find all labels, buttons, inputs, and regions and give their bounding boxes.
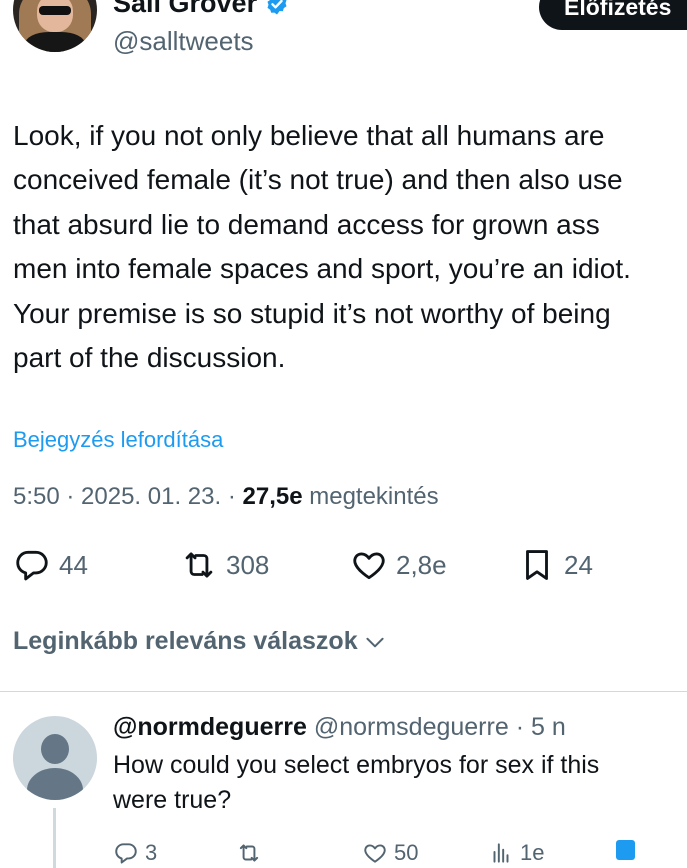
- reply-line: How could you select embryos for sex if …: [113, 751, 600, 779]
- reply-author-handle[interactable]: @normsdeguerre: [314, 713, 509, 741]
- repost-button[interactable]: 308: [180, 546, 269, 584]
- tweet-line: that absurd lie to demand access for gro…: [13, 208, 600, 240]
- reply-views-count: 1e: [520, 840, 545, 865]
- tweet-line: Look, if you not only believe that all h…: [13, 120, 605, 151]
- author-name[interactable]: Sall Grover: [113, 0, 289, 19]
- repost-icon: [239, 844, 259, 862]
- reply-icon: [115, 843, 137, 864]
- tweet-line: men into female spaces and sport, you’re…: [13, 253, 631, 285]
- reply-time[interactable]: 5 n: [531, 713, 566, 741]
- reply-header: @normdeguerre @normsdeguerre · 5 n: [113, 713, 566, 742]
- repost-icon: [185, 552, 213, 578]
- tweet-text: Look, if you not only believe that all h…: [13, 114, 687, 380]
- author-avatar[interactable]: [13, 0, 97, 52]
- views-label: megtekintés: [302, 483, 439, 510]
- reply-views-button[interactable]: 1e: [488, 838, 544, 868]
- replies-sort-label: Leginkább releváns válaszok: [13, 627, 358, 655]
- reply-icon: [16, 550, 48, 581]
- divider: [0, 691, 687, 692]
- bookmark-count: 24: [564, 549, 593, 580]
- tweet-meta: 5:50 · 2025. 01. 23. · 27,5e megtekintés: [13, 483, 439, 511]
- bookmark-button[interactable]: 24: [518, 546, 593, 584]
- thread-line: [53, 808, 56, 868]
- author-name-text: Sall Grover: [113, 0, 258, 18]
- tweet-line: conceived female (it’s not true) and the…: [13, 164, 623, 196]
- reply-count: 44: [59, 549, 88, 580]
- reply-author-name[interactable]: @normdeguerre: [113, 713, 307, 741]
- reply-like-button[interactable]: 50: [362, 838, 418, 868]
- repost-count: 308: [226, 549, 270, 580]
- reply-text: How could you select embryos for sex if …: [113, 748, 683, 818]
- reply-line: were true?: [113, 786, 232, 814]
- translate-link[interactable]: Bejegyzés lefordítása: [13, 427, 223, 453]
- heart-icon: [364, 844, 386, 863]
- author-handle[interactable]: @salltweets: [113, 26, 254, 57]
- reply-reply-count: 3: [145, 840, 158, 865]
- heart-icon: [353, 552, 385, 580]
- views-chart-icon: [493, 843, 509, 863]
- verified-badge-icon: [267, 0, 287, 14]
- views-count: 27,5e: [242, 483, 303, 510]
- tweet-timestamp[interactable]: 5:50 · 2025. 01. 23. ·: [13, 483, 243, 510]
- reply-button[interactable]: 44: [13, 546, 88, 584]
- bookmark-icon: [526, 550, 548, 580]
- tweet-line: Your premise is so stupid it’s not worth…: [13, 297, 611, 329]
- tweet-line: part of the discussion.: [13, 341, 286, 373]
- reply-bookmark-icon[interactable]: [616, 840, 635, 860]
- subscribe-button[interactable]: Előfizetés: [539, 0, 687, 30]
- reply-avatar[interactable]: [13, 716, 97, 800]
- replies-sort-dropdown[interactable]: Leginkább releváns válaszok: [13, 627, 388, 656]
- reply-like-count: 50: [394, 840, 419, 865]
- reply-repost-button[interactable]: [236, 838, 262, 868]
- reply-separator: ·: [508, 713, 531, 741]
- chevron-down-icon: [366, 637, 384, 647]
- reply-reply-button[interactable]: 3: [113, 838, 157, 868]
- like-button[interactable]: 2,8e: [350, 546, 447, 584]
- like-count: 2,8e: [396, 549, 447, 580]
